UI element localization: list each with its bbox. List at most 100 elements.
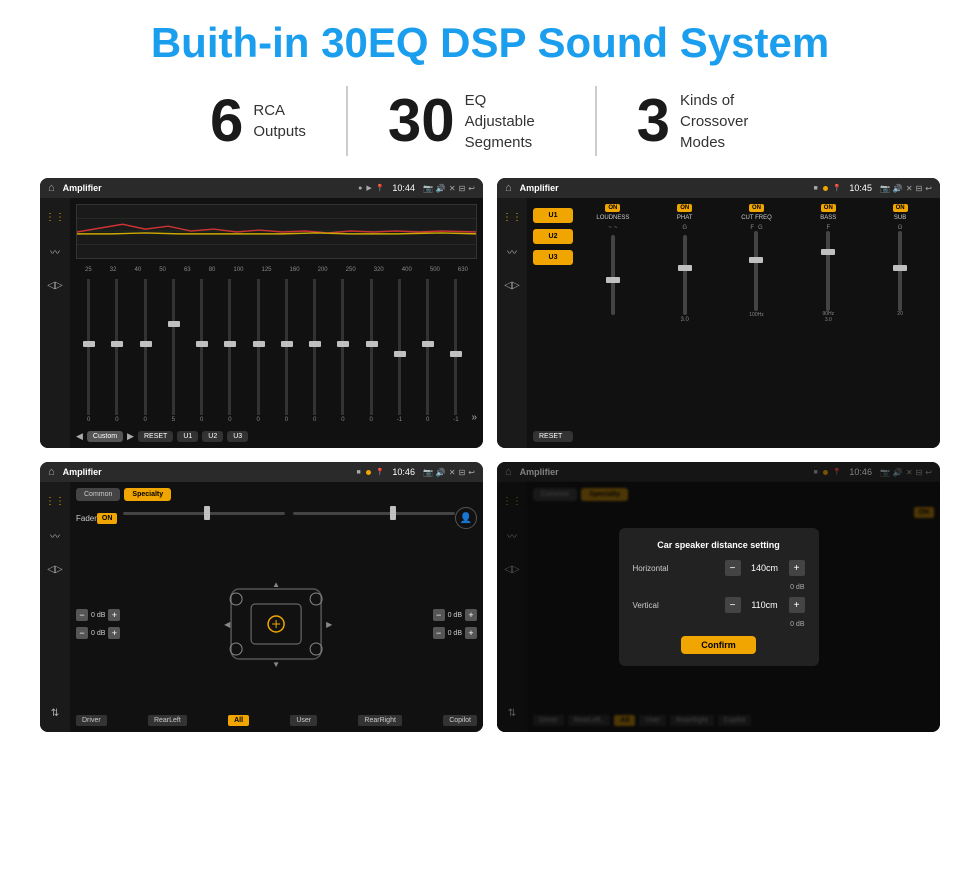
eq-speaker-icon[interactable]: ◁▷ (44, 274, 66, 296)
eq-screen: ⌂ Amplifier ● ▶ 📍 10:44 📷 🔊 ✕ ⊟ ↩ ⋮⋮ 〰 (40, 178, 483, 448)
dialog-vertical-minus[interactable]: − (725, 597, 741, 613)
cross-status-icons: 📷 🔊 ✕ ⊟ ↩ (880, 184, 932, 193)
fader-wave-icon[interactable]: 〰 (44, 524, 66, 546)
ctrl-bass: ON BASS F 90Hz 3.0 (794, 204, 862, 442)
sub-slider[interactable] (898, 231, 902, 311)
fader-orange-dot (366, 470, 371, 475)
eq-wave-icon[interactable]: 〰 (44, 240, 66, 262)
left-db2-plus[interactable]: + (108, 627, 120, 639)
camera-icon: 📷 (423, 184, 433, 193)
fader-copilot-btn[interactable]: Copilot (443, 715, 477, 726)
confirm-button[interactable]: Confirm (681, 636, 756, 654)
cross-wave-icon[interactable]: 〰 (501, 240, 523, 262)
volume-icon: 🔊 (436, 184, 446, 193)
fader-user-btn[interactable]: User (290, 715, 317, 726)
dialog-horizontal-minus[interactable]: − (725, 560, 741, 576)
cross-volume-icon: 🔊 (893, 184, 903, 193)
eq-u1-btn[interactable]: U1 (177, 431, 198, 442)
bass-slider[interactable] (826, 231, 830, 311)
dialog-horizontal-row: Horizontal − 140cm + (633, 560, 805, 576)
fader-title: Amplifier (63, 467, 353, 477)
right-db1-minus[interactable]: − (433, 609, 445, 621)
fader-close-icon: ✕ (449, 468, 456, 477)
cross-home-icon: ⌂ (505, 182, 512, 194)
eq-freq-labels: 2532405063 80100125160200 25032040050063… (76, 265, 477, 275)
left-db1-minus[interactable]: − (76, 609, 88, 621)
cross-filter-icon[interactable]: ⋮⋮ (501, 206, 523, 228)
cross-side-icons: ⋮⋮ 〰 ◁▷ (497, 198, 527, 448)
feature-rca: 6 RCA Outputs (170, 91, 346, 151)
cross-window-icon: ⊟ (916, 184, 923, 193)
eq-custom-btn[interactable]: Custom (87, 431, 123, 442)
dialog-vertical-ctrl: − 110cm + (725, 597, 805, 613)
cutfreq-slider[interactable] (754, 231, 758, 311)
phat-slider[interactable] (683, 235, 687, 315)
cross-u1[interactable]: U1 (533, 208, 573, 223)
dialog-box: Car speaker distance setting Horizontal … (619, 528, 819, 666)
fader-status-dot: ■ (356, 469, 360, 476)
eq-u2-btn[interactable]: U2 (202, 431, 223, 442)
fader-tab-specialty[interactable]: Specialty (124, 488, 171, 501)
left-db1-plus[interactable]: + (108, 609, 120, 621)
fader-rearright-btn[interactable]: RearRight (358, 715, 402, 726)
eq-status-dot1: ● (358, 185, 362, 192)
fader-screen: ⌂ Amplifier ■ 📍 10:46 📷 🔊 ✕ ⊟ ↩ ⋮⋮ 〰 (40, 462, 483, 732)
fader-on-btn[interactable]: ON (97, 513, 118, 524)
car-diagram: ▲ ▼ ◀ ▶ (128, 579, 424, 669)
ctrl-loudness: ON LOUDNESS ~~ (579, 204, 647, 442)
ctrl-sub: ON SUB G 20 (866, 204, 934, 442)
right-db2-minus[interactable]: − (433, 627, 445, 639)
fader-window-icon: ⊟ (459, 468, 466, 477)
window-icon: ⊟ (459, 184, 466, 193)
cross-u3[interactable]: U3 (533, 250, 573, 265)
cross-status-bar: ⌂ Amplifier ■ 📍 10:45 📷 🔊 ✕ ⊟ ↩ (497, 178, 940, 198)
expand-icon[interactable]: » (472, 412, 478, 423)
fader-speaker-icon[interactable]: ◁▷ (44, 558, 66, 580)
eq-play-icon: ▶ (366, 184, 371, 192)
fader-camera-icon: 📷 (423, 468, 433, 477)
fader-tab-common[interactable]: Common (76, 488, 120, 501)
fader-back-icon: ↩ (468, 468, 475, 477)
right-db2-plus[interactable]: + (465, 627, 477, 639)
dialog-horizontal-plus[interactable]: + (789, 560, 805, 576)
feature-crossover: 3 Kinds of Crossover Modes (597, 90, 810, 153)
dialog-vertical-label: Vertical (633, 601, 693, 610)
dialog-screen: ⌂ Amplifier ■ 📍 10:46 📷 🔊 ✕ ⊟ ↩ ⋮⋮ 〰 (497, 462, 940, 732)
fader-tabs: Common Specialty (76, 488, 477, 501)
dialog-vertical-plus[interactable]: + (789, 597, 805, 613)
fader-driver-btn[interactable]: Driver (76, 715, 107, 726)
eq-status-icons: 📷 🔊 ✕ ⊟ ↩ (423, 184, 475, 193)
cross-back-icon: ↩ (925, 184, 932, 193)
fader-filter-icon[interactable]: ⋮⋮ (44, 490, 66, 512)
fader-arrows-icon[interactable]: ⇅ (44, 702, 66, 724)
cross-time: 10:45 (849, 183, 872, 193)
cross-speaker-icon[interactable]: ◁▷ (501, 274, 523, 296)
eq-main-area: 2532405063 80100125160200 25032040050063… (70, 198, 483, 448)
dialog-right-db1: 0 dB (633, 584, 805, 591)
feature-eq: 30 EQ Adjustable Segments (348, 90, 595, 153)
feature-number-rca: 6 (210, 91, 243, 151)
speaker-layout: − 0 dB + − 0 dB + (76, 537, 477, 711)
fader-all-btn[interactable]: All (228, 715, 249, 726)
fader-header: Fader ON 👤 (76, 507, 477, 529)
eq-time: 10:44 (392, 183, 415, 193)
eq-loc-icon: 📍 (376, 184, 385, 192)
crossover-screen: ⌂ Amplifier ■ 📍 10:45 📷 🔊 ✕ ⊟ ↩ ⋮⋮ 〰 (497, 178, 940, 448)
cross-camera-icon: 📷 (880, 184, 890, 193)
eq-reset-btn[interactable]: RESET (138, 431, 173, 442)
eq-u3-btn[interactable]: U3 (227, 431, 248, 442)
loudness-slider[interactable] (611, 235, 615, 315)
eq-status-bar: ⌂ Amplifier ● ▶ 📍 10:44 📷 🔊 ✕ ⊟ ↩ (40, 178, 483, 198)
dialog-box-title: Car speaker distance setting (633, 540, 805, 550)
right-db1-plus[interactable]: + (465, 609, 477, 621)
dialog-horizontal-label: Horizontal (633, 564, 693, 573)
left-db2-minus[interactable]: − (76, 627, 88, 639)
eq-side-icons: ⋮⋮ 〰 ◁▷ (40, 198, 70, 448)
close-icon: ✕ (449, 184, 456, 193)
home-icon: ⌂ (48, 182, 55, 194)
cross-u2[interactable]: U2 (533, 229, 573, 244)
cross-reset[interactable]: RESET (533, 431, 573, 442)
fader-rearleft-btn[interactable]: RearLeft (148, 715, 187, 726)
svg-text:▼: ▼ (273, 660, 281, 669)
eq-filter-icon[interactable]: ⋮⋮ (44, 206, 66, 228)
